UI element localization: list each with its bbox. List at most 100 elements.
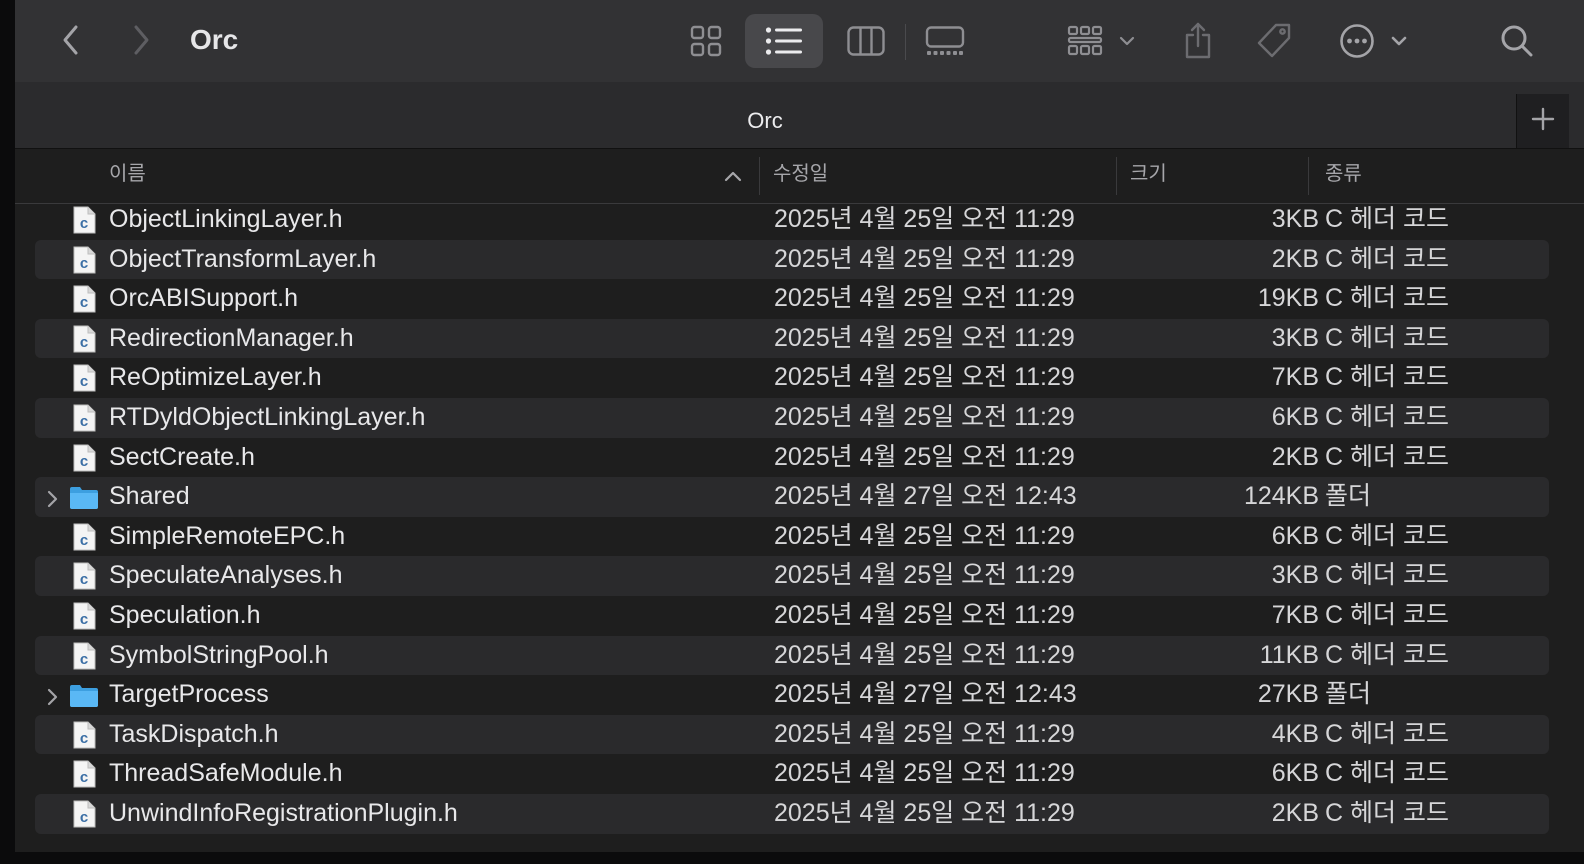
more-actions-button[interactable] <box>1335 19 1411 63</box>
table-row[interactable]: c SymbolStringPool.h 2025년 4월 25일 오전 11:29… <box>35 635 1549 676</box>
table-row[interactable]: c ObjectLinkingLayer.h 2025년 4월 25일 오전 11:… <box>35 200 1549 240</box>
group-button[interactable] <box>1063 19 1139 63</box>
table-row[interactable]: c ThreadSafeModule.h 2025년 4월 25일 오전 11:29… <box>35 754 1549 794</box>
c-header-file-icon: c <box>71 404 97 432</box>
file-name: ObjectLinkingLayer.h <box>109 205 343 233</box>
file-name: SymbolStringPool.h <box>109 640 329 669</box>
svg-text:c: c <box>80 611 88 628</box>
file-date: 2025년 4월 25일 오전 11:29 <box>774 799 1075 827</box>
file-kind: C 헤더 코드 <box>1325 244 1449 273</box>
table-row[interactable]: c Speculation.h 2025년 4월 25일 오전 11:29 7KB C … <box>35 596 1549 636</box>
file-size: 3KB <box>1271 323 1319 352</box>
file-date: 2025년 4월 25일 오전 11:29 <box>774 759 1075 788</box>
file-size: 2KB <box>1271 799 1319 827</box>
file-name: OrcABISupport.h <box>109 284 298 313</box>
list-view-icon <box>765 26 803 56</box>
file-size: 6KB <box>1271 521 1319 550</box>
column-header-date[interactable]: 수정일 <box>773 149 828 203</box>
table-row[interactable]: c UnwindInfoRegistrationPlugin.h 2025년 4월 … <box>35 794 1549 834</box>
finder-window: Orc Orc 이름 수정일 크기 종류 c ObjectLinkingLaye… <box>15 0 1584 852</box>
file-name: RedirectionManager.h <box>109 323 354 352</box>
icon-view-button[interactable] <box>683 19 729 63</box>
c-header-file-icon: c <box>71 246 97 274</box>
table-row[interactable]: c ObjectTransformLayer.h 2025년 4월 25일 오전 1… <box>35 239 1549 280</box>
file-name: Shared <box>109 482 190 511</box>
share-icon <box>1182 22 1214 60</box>
file-date: 2025년 4월 25일 오전 11:29 <box>774 442 1075 471</box>
table-row[interactable]: c TaskDispatch.h 2025년 4월 25일 오전 11:29 4KB C… <box>35 714 1549 755</box>
file-kind: C 헤더 코드 <box>1325 205 1449 233</box>
share-button[interactable] <box>1175 19 1221 63</box>
search-icon <box>1500 24 1534 58</box>
search-button[interactable] <box>1493 19 1541 63</box>
column-divider[interactable] <box>1308 157 1309 195</box>
file-size: 3KB <box>1271 205 1319 233</box>
table-row[interactable]: c RedirectionManager.h 2025년 4월 25일 오전 11:… <box>35 318 1549 359</box>
c-header-file-icon: c <box>71 562 97 590</box>
file-name: SpeculateAnalyses.h <box>109 561 343 590</box>
folder-icon <box>69 682 98 710</box>
c-header-file-icon: c <box>71 523 97 551</box>
file-kind: C 헤더 코드 <box>1325 561 1449 590</box>
column-header-name[interactable]: 이름 <box>109 149 146 203</box>
gallery-view-button[interactable] <box>921 19 969 63</box>
sort-ascending-icon <box>723 167 743 183</box>
file-kind: C 헤더 코드 <box>1325 799 1449 827</box>
c-header-file-icon: c <box>71 800 97 828</box>
file-date: 2025년 4월 27일 오전 12:43 <box>774 482 1077 511</box>
file-size: 19KB <box>1257 284 1319 313</box>
file-date: 2025년 4월 25일 오전 11:29 <box>774 363 1075 392</box>
table-row[interactable]: c SpeculateAnalyses.h 2025년 4월 25일 오전 11:2… <box>35 556 1549 596</box>
table-row[interactable]: c ReOptimizeLayer.h 2025년 4월 25일 오전 11:29 7… <box>35 358 1549 398</box>
file-date: 2025년 4월 27일 오전 12:43 <box>774 680 1077 709</box>
table-row[interactable]: c SectCreate.h 2025년 4월 25일 오전 11:29 2KB C 헤… <box>35 438 1549 478</box>
file-kind: C 헤더 코드 <box>1325 363 1449 392</box>
column-divider[interactable] <box>759 157 760 195</box>
toolbar-divider <box>905 24 906 60</box>
column-view-icon <box>847 26 885 56</box>
forward-button[interactable] <box>123 20 159 60</box>
c-header-file-icon: c <box>71 721 97 749</box>
list-view-button[interactable] <box>745 14 823 68</box>
disclosure-chevron-icon[interactable] <box>45 685 59 706</box>
file-size: 7KB <box>1271 601 1319 629</box>
file-size: 124KB <box>1243 482 1319 511</box>
column-view-button[interactable] <box>843 19 889 63</box>
column-divider[interactable] <box>1116 157 1117 195</box>
tag-button[interactable] <box>1249 19 1299 63</box>
plus-icon <box>1531 107 1555 135</box>
column-header-kind[interactable]: 종류 <box>1325 149 1362 203</box>
file-name: ThreadSafeModule.h <box>109 759 343 788</box>
table-row[interactable]: c OrcABISupport.h 2025년 4월 25일 오전 11:29 19K… <box>35 279 1549 319</box>
file-date: 2025년 4월 25일 오전 11:29 <box>774 561 1075 590</box>
new-tab-button[interactable] <box>1516 94 1569 148</box>
table-row[interactable]: c SimpleRemoteEPC.h 2025년 4월 25일 오전 11:29 6… <box>35 517 1549 557</box>
table-row[interactable]: TargetProcess 2025년 4월 27일 오전 12:43 27KB 폴더 <box>35 675 1549 715</box>
tag-icon <box>1255 22 1293 60</box>
column-header-size[interactable]: 크기 <box>1130 149 1167 203</box>
window-edge <box>0 0 15 864</box>
back-button[interactable] <box>53 20 89 60</box>
file-size: 2KB <box>1271 244 1319 273</box>
file-date: 2025년 4월 25일 오전 11:29 <box>774 719 1075 748</box>
file-name: SectCreate.h <box>109 442 255 471</box>
disclosure-chevron-icon[interactable] <box>45 487 59 508</box>
file-kind: C 헤더 코드 <box>1325 601 1449 629</box>
column-header: 이름 수정일 크기 종류 <box>15 149 1584 204</box>
file-name: TargetProcess <box>109 680 269 709</box>
file-date: 2025년 4월 25일 오전 11:29 <box>774 403 1075 431</box>
file-kind: 폴더 <box>1325 680 1372 709</box>
file-kind: 폴더 <box>1325 482 1372 511</box>
c-header-file-icon: c <box>71 206 97 234</box>
file-name: RTDyldObjectLinkingLayer.h <box>109 403 426 431</box>
table-row[interactable]: c RTDyldObjectLinkingLayer.h 2025년 4월 25일 … <box>35 398 1549 438</box>
file-date: 2025년 4월 25일 오전 11:29 <box>774 284 1075 313</box>
table-row[interactable]: Shared 2025년 4월 27일 오전 12:43 124KB 폴더 <box>35 477 1549 517</box>
file-date: 2025년 4월 25일 오전 11:29 <box>774 601 1075 629</box>
svg-text:c: c <box>80 373 88 390</box>
svg-text:c: c <box>80 453 88 470</box>
file-size: 3KB <box>1271 561 1319 590</box>
svg-text:c: c <box>80 571 88 588</box>
file-name: Speculation.h <box>109 601 261 629</box>
svg-text:c: c <box>80 255 88 272</box>
